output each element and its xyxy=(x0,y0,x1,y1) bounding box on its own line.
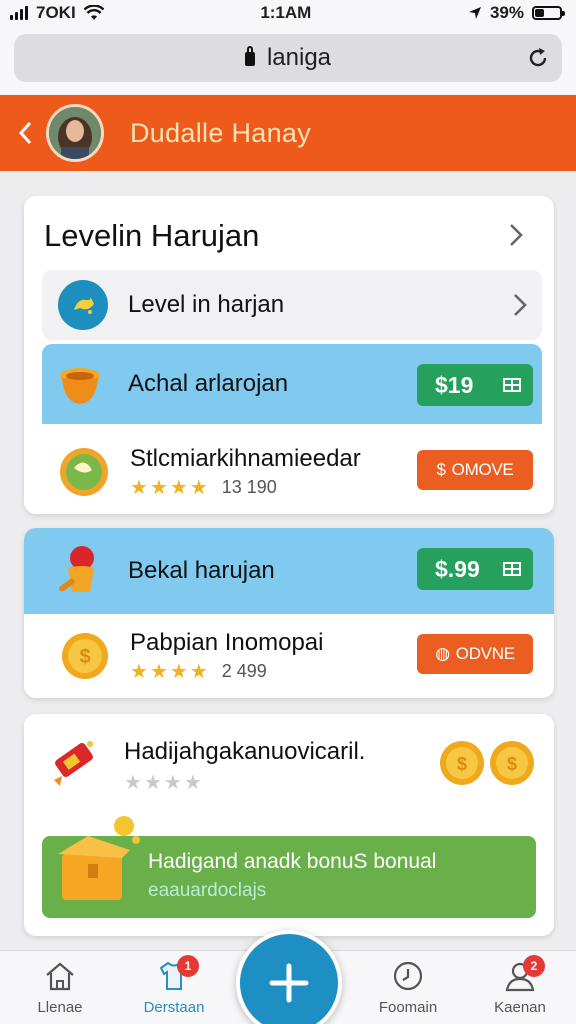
reload-icon[interactable] xyxy=(526,46,550,70)
lock-icon xyxy=(244,46,255,66)
item-info: Hadijahgakanuovicaril. ★ ★ ★ ★ xyxy=(124,738,365,795)
buy-label: OMOVE xyxy=(451,460,514,479)
home-icon xyxy=(43,959,77,993)
store-icon xyxy=(503,378,521,392)
price-button[interactable]: $.99 xyxy=(417,548,533,590)
pot-icon xyxy=(60,368,100,404)
star-icon: ★ xyxy=(130,476,148,499)
bonus-card: Hadijahgakanuovicaril. ★ ★ ★ ★ $ $ Hadig… xyxy=(24,714,554,936)
item-rating: ★ ★ ★ ★ xyxy=(124,770,365,795)
price-label: $.99 xyxy=(435,555,480,582)
item-info: Pabpian Inomopai ★ ★ ★ ★ 2 499 xyxy=(130,629,323,684)
clock-icon xyxy=(391,959,425,993)
food-bowl-icon xyxy=(60,448,108,496)
star-icon: ★ xyxy=(183,771,202,794)
app-header: Dudalle Hanay xyxy=(0,95,576,171)
bonus-title: Hadigand anadk bonuS bonual xyxy=(148,850,437,873)
wifi-icon xyxy=(83,5,104,20)
level-badge-icon xyxy=(58,280,108,330)
chevron-right-icon xyxy=(514,294,527,316)
status-right: 39% xyxy=(468,3,565,23)
offer-card: Bekal harujan $.99 $ Pabpian Inomopai ★ … xyxy=(24,528,554,698)
carrier-label: 7OKI xyxy=(36,3,76,22)
item-rating: ★ ★ ★ ★ 2 499 xyxy=(130,659,323,684)
chevron-right-icon[interactable] xyxy=(508,222,524,248)
bonus-subtitle: eaauardoclajs xyxy=(148,880,267,901)
svg-text:$: $ xyxy=(507,754,517,774)
star-icon: ★ xyxy=(189,476,208,499)
level-card: Levelin Harujan Level in harjan Achal ar… xyxy=(24,196,554,514)
nav-item-shop[interactable]: 1 Derstaan xyxy=(124,955,224,1016)
add-button[interactable] xyxy=(236,930,342,1024)
offer-name: Bekal harujan xyxy=(128,557,275,584)
buy-button[interactable]: ◍ ODVNE xyxy=(417,634,533,674)
rating-count: 2 499 xyxy=(221,660,267,681)
offer-name: Achal arlarojan xyxy=(128,370,289,397)
price-button[interactable]: $19 xyxy=(417,364,533,406)
coin-icon: $ xyxy=(436,460,446,479)
rating-count: 13 190 xyxy=(221,476,277,497)
buy-label: ODVNE xyxy=(455,644,515,663)
card-title: Levelin Harujan xyxy=(44,218,260,253)
nav-label: Foomain xyxy=(378,999,438,1016)
back-icon[interactable] xyxy=(12,118,38,148)
nav-label: Derstaan xyxy=(143,999,205,1016)
item-row: $ Pabpian Inomopai ★ ★ ★ ★ 2 499 xyxy=(60,626,420,686)
nav-item-home[interactable]: Llenae xyxy=(10,959,110,1016)
firecracker-icon xyxy=(54,741,93,786)
status-left: 7OKI xyxy=(10,3,104,23)
notification-badge: 2 xyxy=(523,955,545,977)
coin-icon: $ xyxy=(62,633,108,679)
status-bar: 7OKI 1:1AM 39% xyxy=(0,0,576,26)
nav-item-feed[interactable]: Foomain xyxy=(358,959,458,1016)
location-icon xyxy=(468,7,481,19)
star-icon: ★ xyxy=(189,660,208,683)
avatar[interactable] xyxy=(46,104,104,162)
url-text: laniga xyxy=(266,44,332,71)
page-title: Dudalle Hanay xyxy=(130,117,312,148)
item-row: Hadijahgakanuovicaril. ★ ★ ★ ★ xyxy=(46,734,426,798)
item-name: Stlcmiarkihnamieedar xyxy=(130,444,361,472)
nav-item-profile[interactable]: 2 Kaenan xyxy=(470,955,570,1016)
nav-label: Kaenan xyxy=(494,999,546,1016)
star-icon: ★ xyxy=(163,771,182,794)
star-icon: ★ xyxy=(124,771,142,794)
item-rating: ★ ★ ★ ★ 13 190 xyxy=(130,475,361,500)
battery-icon xyxy=(531,6,565,20)
browser-toolbar: laniga xyxy=(0,26,576,94)
item-name: Hadijahgakanuovicaril. xyxy=(124,737,366,765)
level-row[interactable]: Level in harjan xyxy=(42,270,542,340)
buy-button[interactable]: $ OMOVE xyxy=(417,450,533,490)
svg-text:$: $ xyxy=(79,646,90,668)
item-name: Pabpian Inomopai xyxy=(130,628,324,656)
signal-icon xyxy=(10,6,28,20)
user-icon: 2 xyxy=(503,955,545,993)
star-icon: ★ xyxy=(149,660,168,683)
star-icon: ★ xyxy=(169,476,188,499)
rocket-icon xyxy=(59,546,94,592)
clock: 1:1AM xyxy=(260,3,312,22)
plus-icon xyxy=(269,963,309,1003)
bonus-banner[interactable]: Hadigand anadk bonuS bonual eaauardoclaj… xyxy=(42,816,536,918)
offer-row[interactable]: Bekal harujan xyxy=(54,538,414,604)
treasure-box-icon xyxy=(58,816,140,900)
item-info: Stlcmiarkihnamieedar ★ ★ ★ ★ 13 190 xyxy=(130,445,361,500)
level-row-label: Level in harjan xyxy=(128,291,285,318)
star-icon: ★ xyxy=(149,476,168,499)
shirt-icon: 1 xyxy=(157,955,199,993)
battery-percent: 39% xyxy=(489,3,524,22)
coins-icon: $ $ xyxy=(440,741,534,785)
star-icon: ★ xyxy=(130,660,148,683)
nav-label: Llenae xyxy=(37,999,83,1016)
store-icon xyxy=(503,562,521,576)
coin-icon: ◍ xyxy=(435,644,450,663)
notification-badge: 1 xyxy=(177,955,199,977)
star-icon: ★ xyxy=(169,660,188,683)
address-bar[interactable]: laniga xyxy=(14,34,562,82)
price-label: $19 xyxy=(435,371,474,398)
svg-text:$: $ xyxy=(457,754,467,774)
star-icon: ★ xyxy=(143,771,162,794)
